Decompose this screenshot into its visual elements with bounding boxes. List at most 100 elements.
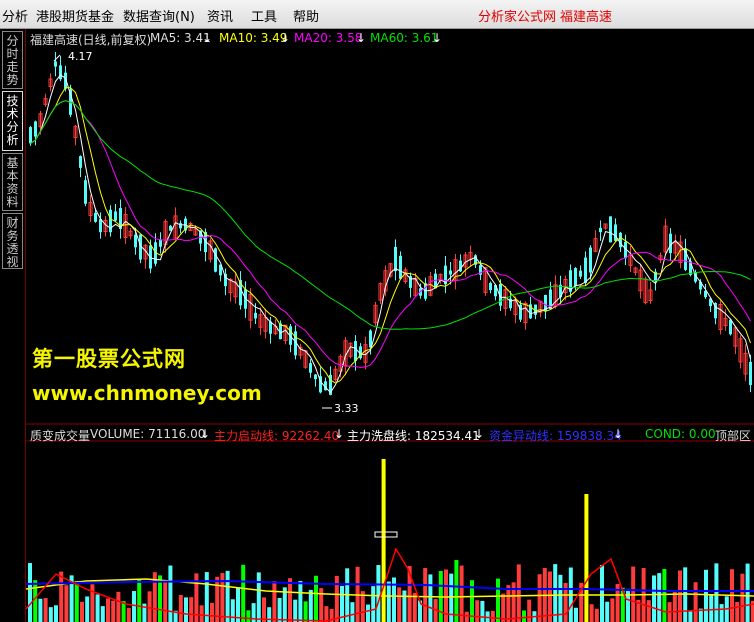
volume-bar: [350, 602, 355, 622]
volume-bar: [646, 600, 651, 622]
low-marker: 3.33: [322, 402, 359, 415]
candle-body: [399, 255, 402, 279]
menu-analysis[interactable]: 分析: [2, 6, 28, 25]
volume-bar: [246, 610, 251, 622]
volume-bar: [334, 575, 339, 622]
volume-bar: [496, 578, 500, 622]
tab-fundamentals[interactable]: 基本资料: [2, 153, 23, 211]
volume-bar: [272, 581, 277, 622]
candle-body: [354, 341, 357, 361]
menu-bar: 分析 港股期货基金 数据查询(N) 资讯 工具 帮助 分析家公式网 福建高速: [0, 0, 754, 29]
volume-bar: [553, 564, 558, 622]
top-zone-label: 顶部区: [715, 429, 752, 443]
volume-bar: [522, 610, 526, 622]
candle-body: [609, 216, 612, 243]
volume-arrow-icon: ↓: [200, 427, 211, 441]
volume-bar: [574, 607, 578, 622]
volume-bar: [210, 602, 214, 622]
volume-bar: [366, 604, 370, 622]
watermark-title: 第一股票公式网: [32, 347, 186, 371]
candle-body: [309, 363, 312, 373]
volume-bar: [324, 606, 329, 622]
candle-body: [614, 224, 617, 241]
volume-bar: [745, 563, 750, 622]
tab-technical[interactable]: 技术分析: [2, 91, 23, 151]
chart-area[interactable]: 4.17 3.33: [26, 29, 754, 622]
candle-body: [314, 374, 317, 380]
candle-body: [59, 65, 62, 80]
tab-financials-label: 财务透视: [6, 216, 19, 269]
cond-value: COND: 0.00: [645, 427, 716, 441]
volume-bar: [672, 591, 677, 622]
volume-bar: [199, 605, 204, 622]
volume-bar: [714, 563, 719, 622]
volume-bar: [454, 560, 459, 622]
volume-bar: [589, 604, 594, 622]
volume-bar: [719, 604, 724, 622]
tab-intraday-label: 分时走势: [6, 34, 19, 87]
menu-news[interactable]: 资讯: [207, 6, 233, 25]
volume-bar: [38, 598, 43, 622]
candle-body: [489, 282, 492, 291]
candle-body: [574, 268, 577, 286]
candle-body: [579, 270, 582, 277]
volume-bar: [277, 598, 282, 622]
volume-bar: [163, 580, 168, 622]
fund-anomaly-line-value: 资金异动线: 159838.34: [489, 429, 622, 443]
volume-bar: [506, 585, 511, 622]
volume-bar: [584, 494, 589, 622]
volume-bar: [652, 575, 656, 622]
candle-body: [214, 248, 217, 272]
volume-bar: [85, 596, 90, 622]
volume-bar: [537, 574, 542, 622]
brand-stock-name: 福建高速: [560, 10, 613, 25]
ma10-arrow-icon: ↓: [280, 31, 291, 45]
volume-bar: [516, 564, 521, 622]
candle-body: [94, 212, 97, 222]
menu-hk-futures-funds[interactable]: 港股期货基金: [36, 6, 114, 25]
volume-bar: [501, 593, 506, 622]
candle-body: [449, 270, 452, 275]
candle-body: [84, 180, 87, 204]
volume-bar: [490, 610, 495, 622]
volume-bar: [709, 595, 714, 622]
volume-bar: [116, 591, 121, 622]
volume-peak-marker: [374, 531, 398, 538]
ma20-line: [30, 100, 751, 368]
volume-bar: [688, 611, 693, 622]
volume-bar: [600, 564, 604, 622]
tab-financials[interactable]: 财务透视: [2, 213, 23, 269]
volume-bar: [303, 601, 308, 622]
volume-bar: [464, 611, 469, 622]
volume-bar: [225, 570, 230, 622]
side-tab-bar: 分时走势 技术分析 基本资料 财务透视: [0, 29, 26, 622]
volume-bar: [423, 567, 428, 622]
volume-bars: [28, 459, 754, 622]
menu-data-query[interactable]: 数据查询(N): [123, 6, 195, 25]
volume-bar: [256, 572, 261, 622]
candle-body: [589, 247, 592, 273]
volume-bar: [298, 581, 303, 622]
ma20-arrow-icon: ↓: [356, 31, 367, 45]
volume-bar: [693, 582, 698, 622]
low-price-label: 3.33: [334, 402, 359, 415]
volume-bar: [381, 459, 386, 622]
tab-fundamentals-label: 基本资料: [6, 156, 19, 209]
candle-body: [99, 219, 102, 233]
volume-bar: [459, 565, 464, 622]
menu-tools[interactable]: 工具: [251, 6, 277, 25]
volume-bar: [475, 600, 480, 622]
volume-bar: [480, 600, 485, 622]
volume-bar: [184, 597, 188, 622]
volume-bar: [43, 598, 48, 622]
tab-intraday[interactable]: 分时走势: [2, 31, 23, 89]
volume-bar: [293, 599, 298, 622]
candle-body: [114, 211, 117, 221]
volume-bar: [126, 607, 131, 622]
ma60-value: MA60: 3.61: [370, 31, 439, 45]
volume-bar: [28, 563, 32, 622]
menu-help[interactable]: 帮助: [293, 6, 319, 25]
volume-bar: [594, 608, 599, 622]
volume-bar: [106, 598, 110, 622]
volume-bar: [548, 571, 552, 622]
